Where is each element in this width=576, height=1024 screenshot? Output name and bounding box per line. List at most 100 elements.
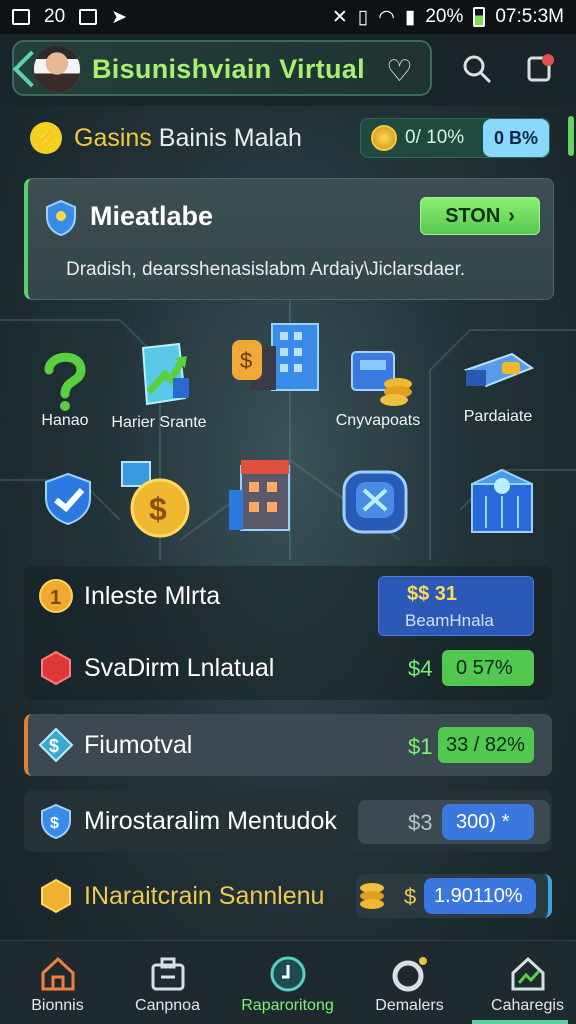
naraitcran-value: $ [404, 884, 417, 909]
shield-check-icon [45, 472, 91, 526]
compass-icon [270, 956, 306, 992]
coin-icon: 1 [39, 579, 73, 613]
mirostaralin-label: Mirostaralim Mentudok [84, 807, 337, 835]
gem-icon [41, 650, 71, 686]
invest-value-box[interactable]: $$ 31 BeamHnala [378, 576, 534, 636]
vibrate-icon: ▯ [357, 6, 369, 28]
ston-button-label: STON [445, 204, 501, 227]
card-title: Mieatlabe [90, 201, 214, 231]
app-title: Bisunishviain Virtual [92, 54, 365, 84]
title-bar: Bisunishviain Virtual ♡ [12, 40, 432, 96]
house-chart-icon [511, 956, 545, 991]
heart-icon[interactable]: ♡ [386, 54, 413, 89]
briefcase-icon [151, 957, 185, 991]
grid-item-coin[interactable]: $ [116, 456, 196, 540]
nav-label: Demalers [375, 997, 444, 1014]
grid-item-buildings[interactable]: $ [228, 318, 328, 398]
grid-item-vault[interactable] [462, 466, 542, 538]
nav-label: Bionnis [31, 997, 84, 1014]
gasins-row[interactable]: ⚡ Gasins Bainis Malah [30, 118, 302, 158]
clock: 07:5:3M [495, 6, 564, 27]
nav-label: Canpnoa [135, 997, 200, 1014]
hexagon-coin-icon [41, 878, 71, 914]
grid-item-pardaiate[interactable]: Pardaiate [448, 340, 548, 426]
coin-value: 0/ 10% [405, 127, 465, 148]
nav-item-raparoritong[interactable]: Raparoritong [230, 941, 345, 1024]
fiumotval-value: $1 [408, 734, 433, 759]
cash-stack-icon [463, 352, 535, 388]
cash-register-icon [351, 351, 412, 406]
edit-icon[interactable] [526, 52, 556, 82]
nav-item-canpnoa[interactable]: Canpnoa [110, 941, 225, 1024]
bottom-nav: Bionnis Canpnoa Raparoritong Demalers Ca… [0, 940, 576, 1024]
wallet-icon [342, 470, 408, 534]
card-description: Dradish, dearsshenasislabm Ardaiy\Jiclar… [66, 259, 466, 280]
status-left-text: 20 [44, 6, 66, 27]
home-icon [41, 956, 75, 991]
fiumotval-label: Fiumotval [84, 731, 193, 759]
nav-label: Caharegis [491, 997, 564, 1014]
growth-chart-icon [141, 342, 189, 406]
svg-text:1: 1 [50, 587, 61, 609]
shield-icon [46, 199, 76, 237]
svadim-pill[interactable]: 0 57% [442, 650, 534, 686]
svg-text:$: $ [149, 491, 167, 527]
grid-item-shield[interactable] [38, 470, 98, 526]
battery-icon [473, 7, 486, 27]
media-icon [79, 9, 98, 25]
avatar[interactable] [32, 44, 82, 94]
battery-percent: 20% [425, 6, 464, 27]
buildings-icon: $ [232, 323, 319, 391]
coin-card-icon: $ [121, 461, 190, 538]
grid-label: Hanao [41, 412, 89, 429]
feature-card[interactable]: Mieatlabe STON › Dradish, dearsshenasisl… [24, 178, 554, 300]
grid-label: Cnyvapoats [335, 412, 421, 429]
svadim-value: $4 [408, 656, 433, 681]
naraitcran-label: INaraitcrain Sannlenu [84, 882, 325, 910]
invest-sub: BeamHnala [405, 611, 494, 630]
search-icon[interactable] [462, 54, 492, 84]
chevron-right-icon: › [508, 204, 515, 227]
svadim-pill-text: 0 57% [456, 656, 513, 679]
ston-button[interactable]: STON › [420, 197, 540, 235]
image-icon [12, 9, 30, 25]
shield-dollar-icon: $ [41, 803, 71, 839]
naraitcran-pill[interactable]: 1.90110% [424, 878, 536, 914]
fiumotval-pill[interactable]: 33 / 82% [438, 727, 534, 763]
active-tab-indicator [472, 1020, 568, 1024]
coin-badge: 0 B% [483, 119, 549, 157]
bolt-icon: ⚡ [30, 122, 62, 154]
fiumotval-pill-text: 33 / 82% [446, 733, 525, 756]
grid-item-store[interactable] [226, 456, 296, 536]
invest-label: Inleste Mlrta [84, 582, 221, 610]
grid-item-wallet[interactable] [336, 462, 416, 538]
mirostaralin-pill[interactable]: 300) * [442, 804, 534, 840]
scroll-indicator [568, 116, 574, 156]
nav-item-demalers[interactable]: Demalers [352, 941, 467, 1024]
grid-item-harier[interactable]: Harier Srante [104, 340, 214, 432]
send-icon: ➤ [111, 6, 128, 28]
grid-item-cnyvapoats[interactable]: Cnyvapoats [332, 340, 424, 430]
signal-icon: ▮ [404, 6, 416, 28]
wifi-icon: ◠ [378, 6, 395, 28]
grid-label: Pardaiate [463, 408, 533, 425]
grid-label: Harier Srante [111, 414, 207, 431]
coin-stack-icon [360, 883, 384, 909]
nav-item-bionnis[interactable]: Bionnis [0, 941, 115, 1024]
svg-text:$: $ [49, 736, 59, 756]
nav-label: Raparoritong [241, 997, 334, 1014]
gasins-sublabel: Bainis Malah [158, 123, 302, 152]
svg-text:$: $ [240, 348, 252, 373]
svadim-label: SvaDirm Lnlatual [84, 654, 275, 682]
nav-item-caharegis[interactable]: Caharegis [470, 941, 576, 1024]
invest-value: $$ 31 [407, 583, 458, 605]
coin-icon [371, 125, 397, 151]
mute-icon: ✕ [331, 6, 348, 28]
gasins-label: Gasins [74, 123, 152, 152]
vault-icon [471, 468, 533, 533]
mirostaralin-pill-text: 300) * [456, 810, 510, 833]
store-building-icon [229, 460, 290, 531]
svg-text:$: $ [50, 815, 59, 832]
grid-item-hanao[interactable]: Hanao [30, 348, 100, 430]
coin-balance[interactable]: 0/ 10% 0 B% [360, 118, 550, 158]
